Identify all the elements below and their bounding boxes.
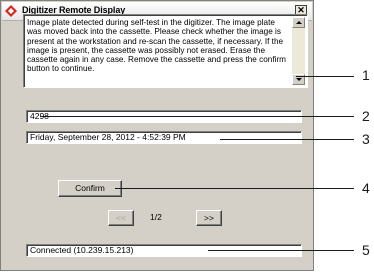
page-indicator: 1/2 xyxy=(150,212,162,222)
callout-number-5: 5 xyxy=(362,242,370,258)
message-box[interactable]: Image plate detected during self-test in… xyxy=(23,14,308,88)
callout-number-1: 1 xyxy=(362,67,370,83)
callout-line-1 xyxy=(296,76,354,77)
next-page-button[interactable]: >> xyxy=(196,210,222,226)
callout-number-3: 3 xyxy=(362,131,370,147)
datetime-field[interactable]: Friday, September 28, 2012 - 4:52:39 PM xyxy=(26,131,302,144)
message-text: Image plate detected during self-test in… xyxy=(27,18,286,74)
callout-number-4: 4 xyxy=(362,180,370,196)
callout-line-2 xyxy=(40,116,354,117)
callout-line-4 xyxy=(115,188,354,189)
scroll-up-button[interactable] xyxy=(292,17,305,28)
message-scrollbar[interactable] xyxy=(292,17,305,85)
previous-page-button[interactable]: << xyxy=(108,210,134,226)
callout-line-3 xyxy=(220,139,354,140)
arrow-down-icon xyxy=(296,78,302,81)
arrow-up-icon xyxy=(296,21,302,24)
confirm-button[interactable]: Confirm xyxy=(58,180,122,197)
callout-number-2: 2 xyxy=(362,108,370,124)
app-diamond-icon xyxy=(5,5,17,17)
callout-line-5 xyxy=(208,250,354,251)
